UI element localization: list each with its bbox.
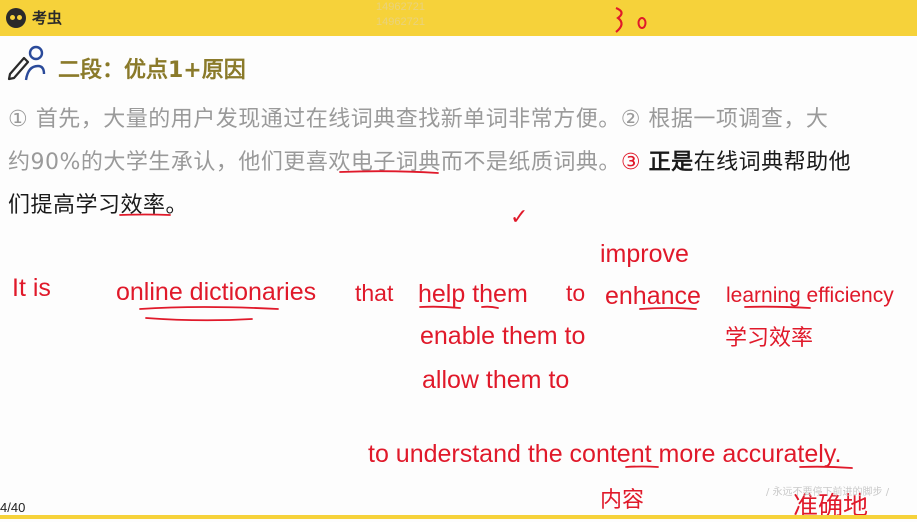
annotation-enable-them-to: enable them to — [420, 322, 586, 350]
page-number: 4/40 — [0, 500, 26, 515]
kaochong-logo-icon — [6, 8, 26, 28]
annotation-neirong: 内容 — [600, 488, 645, 513]
annotation-that: that — [355, 280, 394, 306]
footer-slogan: / 永远不要停下前进的脚步 / — [766, 487, 890, 498]
circled-number-3: ③ — [620, 150, 642, 175]
section-heading: 二段：优点1+原因 — [58, 58, 246, 83]
annotation-allow-them-to: allow them to — [422, 366, 570, 394]
top-bar: 考虫 14962721 14962721 — [0, 0, 917, 36]
annotation-learning-efficiency: learning efficiency — [726, 284, 894, 307]
underline-online-dict-2 — [145, 317, 253, 322]
annotation-help-them: help them — [418, 280, 528, 308]
annotation-understand-sentence: to understand the content more accuratel… — [368, 440, 842, 468]
annotation-enhance: enhance — [605, 282, 701, 310]
annotation-to: to — [566, 280, 586, 306]
paragraph-line-3: 们提高学习效率。 — [8, 193, 189, 218]
checkmark-icon: ✓ — [510, 204, 529, 229]
paragraph-line-1: ① 首先，大量的用户发现通过在线词典查找新单词非常方便。② 根据一项调查，大 — [8, 107, 829, 132]
watermark-id: 14962721 — [376, 1, 425, 13]
handwritten-scrawl — [612, 6, 652, 41]
paragraph-line-2: 约90%的大学生承认，他们更喜欢电子词典而不是纸质词典。③ 正是在线词典帮助他 — [8, 150, 852, 175]
paragraph: ① 首先，大量的用户发现通过在线词典查找新单词非常方便。② 根据一项调查，大 约… — [8, 98, 908, 227]
pen-user-icon — [6, 44, 46, 86]
annotation-xuexi-xiaolv: 学习效率 — [725, 326, 814, 351]
bottom-bar — [0, 515, 917, 519]
underline-online-dict-1 — [139, 306, 279, 310]
logo-text: 考虫 — [32, 9, 63, 27]
annotation-it-is: It is — [12, 274, 51, 302]
watermark-id: 14962721 — [376, 16, 425, 28]
annotation-online-dictionaries: online dictionaries — [116, 278, 317, 306]
emphasis-text: 正是 — [648, 150, 694, 175]
annotation-improve: improve — [600, 240, 689, 268]
